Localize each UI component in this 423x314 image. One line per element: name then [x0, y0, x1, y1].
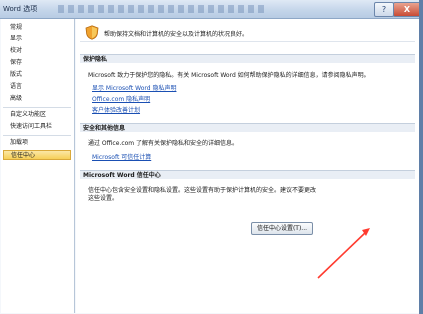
- window-edge: [419, 0, 423, 314]
- word-options-dialog: Word 选项 ? X 常规 显示 校对 保存 版式 语言 高级 自定义功能区 …: [0, 0, 423, 314]
- red-arrow-annotation-icon: [317, 228, 370, 279]
